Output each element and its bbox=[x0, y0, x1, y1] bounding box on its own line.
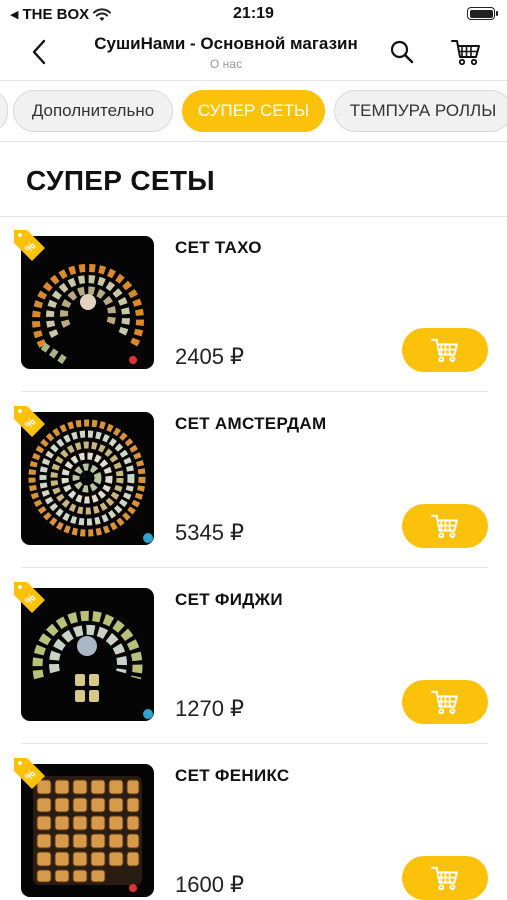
cart-icon bbox=[451, 40, 480, 66]
search-icon bbox=[390, 40, 414, 64]
product-price: 1270 ₽ bbox=[175, 696, 245, 721]
product-name: СЕТ ФЕНИКС bbox=[175, 766, 290, 785]
product-card[interactable]: % СЕТ ФЕНИКС 1600 ₽ bbox=[0, 744, 507, 900]
status-bar: ◀ THE BOX 21:19 bbox=[0, 0, 507, 28]
add-to-cart-button[interactable] bbox=[402, 680, 488, 724]
discount-tag-icon: % bbox=[14, 582, 45, 613]
search-button[interactable] bbox=[387, 36, 417, 68]
cart-icon bbox=[430, 866, 459, 891]
add-to-cart-button[interactable] bbox=[402, 504, 488, 548]
cart-button[interactable] bbox=[448, 36, 484, 68]
section-title: СУПЕР СЕТЫ bbox=[26, 165, 215, 196]
product-price: 2405 ₽ bbox=[175, 344, 245, 369]
cart-icon bbox=[430, 338, 459, 363]
battery-icon bbox=[467, 7, 498, 20]
tab-super-sets[interactable]: СУПЕР СЕТЫ bbox=[182, 90, 325, 132]
nav-titles: СушиНами - Основной магазин О нас bbox=[70, 34, 382, 71]
product-price: 1600 ₽ bbox=[175, 872, 245, 897]
page-title: СушиНами - Основной магазин bbox=[94, 34, 358, 53]
product-card[interactable]: % СЕТ ТАХО 2405 ₽ bbox=[0, 216, 507, 392]
product-name: СЕТ ТАХО bbox=[175, 238, 262, 257]
nav-bar: СушиНами - Основной магазин О нас bbox=[0, 28, 507, 80]
tabs-divider bbox=[0, 141, 507, 142]
cart-icon bbox=[430, 690, 459, 715]
product-name: СЕТ ФИДЖИ bbox=[175, 590, 283, 609]
product-price: 5345 ₽ bbox=[175, 520, 245, 545]
discount-tag-icon: % bbox=[14, 230, 45, 261]
status-time: 21:19 bbox=[233, 5, 274, 22]
product-card[interactable]: % СЕТ ФИДЖИ 1270 ₽ bbox=[0, 568, 507, 744]
discount-tag-icon: % bbox=[14, 406, 45, 437]
product-card[interactable]: % СЕТ АМСТЕРДАМ 5345 ₽ bbox=[0, 392, 507, 568]
tab-tempura-rolls[interactable]: ТЕМПУРА РОЛЛЫ bbox=[334, 90, 507, 132]
tab-previous[interactable] bbox=[0, 90, 8, 132]
discount-tag-icon: % bbox=[14, 758, 45, 789]
chevron-left-icon bbox=[32, 39, 46, 65]
about-link[interactable]: О нас bbox=[70, 57, 382, 71]
tab-additional[interactable]: Дополнительно bbox=[13, 90, 173, 132]
category-tabs[interactable]: Дополнительно СУПЕР СЕТЫ ТЕМПУРА РОЛЛЫ bbox=[0, 81, 507, 141]
cart-icon bbox=[430, 514, 459, 539]
add-to-cart-button[interactable] bbox=[402, 328, 488, 372]
add-to-cart-button[interactable] bbox=[402, 856, 488, 900]
back-button[interactable] bbox=[24, 36, 54, 68]
product-name: СЕТ АМСТЕРДАМ bbox=[175, 414, 327, 433]
